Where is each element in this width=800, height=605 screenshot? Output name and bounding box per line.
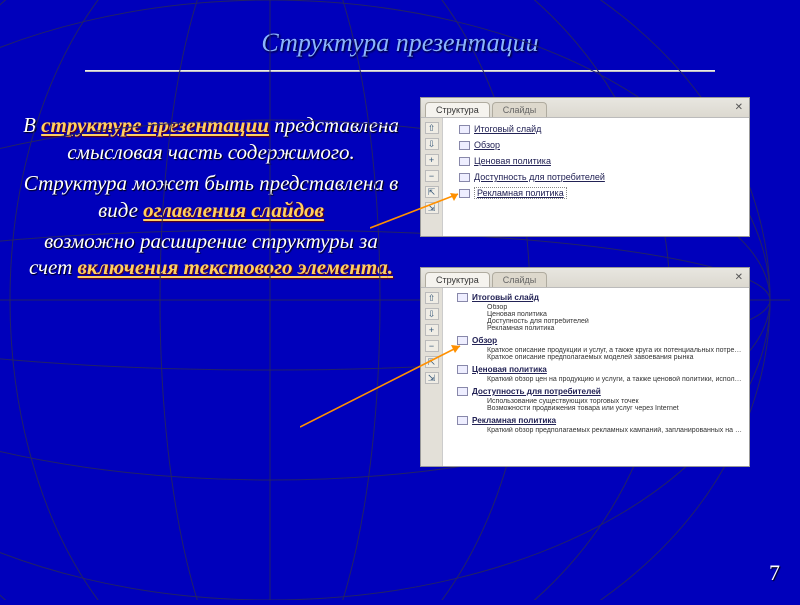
outline-item[interactable]: Ценовая политика bbox=[447, 153, 745, 169]
outline-bullet: Рекламная политика bbox=[487, 325, 745, 332]
outline-item-label: Обзор bbox=[472, 336, 497, 345]
collapse-button[interactable]: − bbox=[425, 340, 439, 352]
outline-item[interactable]: Итоговый слайд bbox=[447, 291, 745, 304]
outline-item[interactable]: Рекламная политика bbox=[447, 185, 745, 201]
close-icon[interactable]: ✕ bbox=[735, 102, 743, 113]
tab-slides[interactable]: Слайды bbox=[492, 272, 548, 287]
tab-bar: Структура Слайды ✕ bbox=[421, 268, 749, 288]
slide-icon bbox=[457, 336, 468, 345]
outline-group: Доступность для потребителей Использовани… bbox=[447, 385, 745, 412]
body-text: В структуре презентации представлена смы… bbox=[0, 72, 410, 467]
p3-em: включения текстового элемента bbox=[78, 255, 388, 279]
outline-bullets: Краткий обзор цен на продукцию и услуги,… bbox=[447, 376, 745, 383]
outline-group: Ценовая политика Краткий обзор цен на про… bbox=[447, 363, 745, 383]
outline-group: Обзор Краткое описание продукции и услуг,… bbox=[447, 334, 745, 361]
demote-button[interactable]: ⇩ bbox=[425, 308, 439, 320]
outline-item[interactable]: Рекламная политика bbox=[447, 414, 745, 427]
p3-b: . bbox=[388, 255, 393, 279]
outline-bullet: Возможности продвижения товара или услуг… bbox=[487, 405, 745, 412]
outline-item-label: Доступность для потребителей bbox=[472, 387, 601, 396]
tab-structure[interactable]: Структура bbox=[425, 272, 490, 287]
slide-icon bbox=[457, 387, 468, 396]
slide-icon bbox=[457, 416, 468, 425]
collapse-all-button[interactable]: ⇲ bbox=[425, 372, 439, 384]
tab-slides[interactable]: Слайды bbox=[492, 102, 548, 117]
outline-group: Итоговый слайд ОбзорЦеновая политикаДосту… bbox=[447, 291, 745, 332]
p1-a: В bbox=[23, 113, 41, 137]
outline-bullet: Доступность для потребителей bbox=[487, 318, 745, 325]
slide-icon bbox=[459, 189, 470, 198]
tab-structure[interactable]: Структура bbox=[425, 102, 490, 117]
outline-bullets: Использование существующих торговых точе… bbox=[447, 398, 745, 412]
p1-em: структуре презентации bbox=[41, 113, 269, 137]
outline-bullet: Краткое описание предполагаемых моделей … bbox=[487, 354, 745, 361]
slide-icon bbox=[459, 173, 470, 182]
close-icon[interactable]: ✕ bbox=[735, 272, 743, 283]
outline-bullet: Краткий обзор цен на продукцию и услуги,… bbox=[487, 376, 745, 383]
slide-icon bbox=[459, 141, 470, 150]
outline-bullets: ОбзорЦеновая политикаДоступность для пот… bbox=[447, 304, 745, 332]
outline-bullets: Краткое описание продукции и услуг, а та… bbox=[447, 347, 745, 361]
expand-all-button[interactable]: ⇱ bbox=[425, 186, 439, 198]
outline-group: Рекламная политика Краткий обзор предпола… bbox=[447, 414, 745, 434]
promote-button[interactable]: ⇧ bbox=[425, 122, 439, 134]
outline-bullet: Обзор bbox=[487, 304, 745, 311]
outline-item-label: Ценовая политика bbox=[474, 156, 551, 166]
outline-item-label: Рекламная политика bbox=[474, 187, 567, 199]
outline-item[interactable]: Ценовая политика bbox=[447, 363, 745, 376]
outline-item-label: Обзор bbox=[474, 140, 500, 150]
outline-bullet: Краткий обзор предполагаемых рекламных к… bbox=[487, 427, 745, 434]
p2-em: оглавления слайдов bbox=[143, 198, 324, 222]
slide-title: Структура презентации bbox=[0, 0, 800, 58]
collapse-button[interactable]: − bbox=[425, 170, 439, 182]
promote-button[interactable]: ⇧ bbox=[425, 292, 439, 304]
collapse-all-button[interactable]: ⇲ bbox=[425, 202, 439, 214]
outline-item[interactable]: Итоговый слайд bbox=[447, 121, 745, 137]
outline-item-label: Итоговый слайд bbox=[472, 293, 539, 302]
outline-item[interactable]: Обзор bbox=[447, 137, 745, 153]
outline-bullet: Ценовая политика bbox=[487, 311, 745, 318]
slide-icon bbox=[459, 125, 470, 134]
expand-button[interactable]: + bbox=[425, 154, 439, 166]
outline-item-label: Рекламная политика bbox=[472, 416, 556, 425]
outline-pane-collapsed: Структура Слайды ✕ ⇧ ⇩ + − ⇱ ⇲ Итоговый … bbox=[420, 97, 750, 237]
outline-item[interactable]: Доступность для потребителей bbox=[447, 385, 745, 398]
outline-bullet: Краткое описание продукции и услуг, а та… bbox=[487, 347, 745, 354]
outline-item-label: Ценовая политика bbox=[472, 365, 547, 374]
outline-bullet: Использование существующих торговых точе… bbox=[487, 398, 745, 405]
outline-item[interactable]: Доступность для потребителей bbox=[447, 169, 745, 185]
slide-icon bbox=[459, 157, 470, 166]
tab-bar: Структура Слайды ✕ bbox=[421, 98, 749, 118]
outline-list: Итоговый слайдОбзорЦеновая политикаДосту… bbox=[443, 288, 749, 466]
expand-button[interactable]: + bbox=[425, 324, 439, 336]
page-number: 7 bbox=[769, 560, 780, 586]
outline-item-label: Доступность для потребителей bbox=[474, 172, 605, 182]
outline-pane-expanded: Структура Слайды ✕ ⇧ ⇩ + − ⇱ ⇲ Итоговый … bbox=[420, 267, 750, 467]
outline-item[interactable]: Обзор bbox=[447, 334, 745, 347]
outline-item-label: Итоговый слайд bbox=[474, 124, 541, 134]
outline-bullets: Краткий обзор предполагаемых рекламных к… bbox=[447, 427, 745, 434]
demote-button[interactable]: ⇩ bbox=[425, 138, 439, 150]
outline-list: Итоговый слайд Обзор Ценовая политика Досту… bbox=[443, 118, 749, 236]
slide-icon bbox=[457, 293, 468, 302]
outline-toolbar: ⇧ ⇩ + − ⇱ ⇲ bbox=[421, 288, 443, 466]
outline-toolbar: ⇧ ⇩ + − ⇱ ⇲ bbox=[421, 118, 443, 236]
expand-all-button[interactable]: ⇱ bbox=[425, 356, 439, 368]
slide-icon bbox=[457, 365, 468, 374]
